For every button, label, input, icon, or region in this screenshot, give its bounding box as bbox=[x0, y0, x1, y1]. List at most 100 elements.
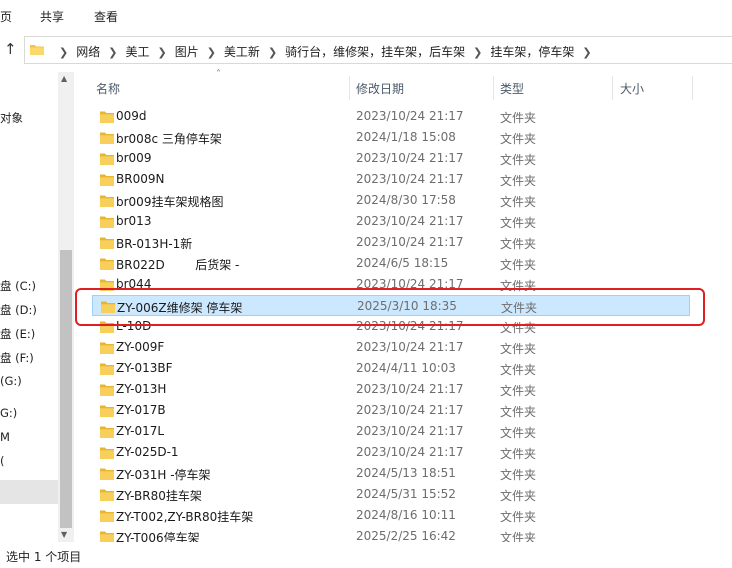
folder-icon bbox=[100, 174, 114, 186]
file-modified-date: 2024/1/18 15:08 bbox=[356, 130, 456, 144]
folder-icon bbox=[100, 153, 114, 165]
crumb-meigong[interactable]: 美工 bbox=[125, 45, 149, 59]
file-type: 文件夹 bbox=[500, 510, 537, 524]
file-name: ZY-013BF bbox=[116, 361, 173, 375]
file-name: BR022D 后货架 - bbox=[116, 258, 240, 272]
file-type: 文件夹 bbox=[500, 153, 537, 167]
file-row[interactable]: ZY-009F 2023/10/24 21:17 文件夹 bbox=[92, 337, 690, 358]
file-row[interactable]: ZY-031H -停车架 2024/5/13 18:51 文件夹 bbox=[92, 463, 690, 484]
file-name: ZY-017L bbox=[116, 424, 165, 438]
nav-selected-item[interactable] bbox=[0, 480, 58, 504]
file-type: 文件夹 bbox=[500, 468, 537, 482]
file-modified-date: 2024/8/16 10:11 bbox=[356, 508, 456, 522]
nav-item-drive-e[interactable]: 盘 (E:) bbox=[0, 326, 35, 342]
chevron-right-icon[interactable]: ❯ bbox=[473, 46, 482, 59]
folder-icon bbox=[100, 405, 114, 417]
chevron-right-icon[interactable]: ❯ bbox=[207, 46, 216, 59]
chevron-right-icon[interactable]: ❯ bbox=[582, 46, 591, 59]
file-row[interactable]: br013 2023/10/24 21:17 文件夹 bbox=[92, 211, 690, 232]
file-row[interactable]: ZY-013H 2023/10/24 21:17 文件夹 bbox=[92, 379, 690, 400]
column-divider[interactable] bbox=[692, 76, 693, 100]
crumb-trainer-stands[interactable]: 骑行台，维修架，挂车架，后车架 bbox=[285, 45, 465, 59]
file-row[interactable]: ZY-BR80挂车架 2024/5/31 15:52 文件夹 bbox=[92, 484, 690, 505]
nav-item-m[interactable]: M bbox=[0, 430, 10, 444]
address-box[interactable]: ❯ 网络 ❯ 美工 ❯ 图片 ❯ 美工新 ❯ 骑行台，维修架，挂车架，后车架 ❯ 挂车架，停车架 ❯ bbox=[24, 36, 732, 64]
folder-icon bbox=[100, 447, 114, 459]
file-type: 文件夹 bbox=[500, 195, 537, 209]
file-row[interactable]: BR009N 2023/10/24 21:17 文件夹 bbox=[92, 169, 690, 190]
file-row[interactable]: ZY-017B 2023/10/24 21:17 文件夹 bbox=[92, 400, 690, 421]
file-type: 文件夹 bbox=[500, 258, 537, 272]
file-type: 文件夹 bbox=[500, 363, 537, 377]
crumb-pictures[interactable]: 图片 bbox=[175, 45, 199, 59]
up-arrow-icon[interactable]: ↑ bbox=[4, 40, 17, 58]
annotation-highlight-box bbox=[75, 288, 705, 326]
nav-item-network-g[interactable]: G:) bbox=[0, 406, 17, 420]
file-modified-date: 2025/2/25 16:42 bbox=[356, 529, 456, 543]
file-type: 文件夹 bbox=[500, 426, 537, 440]
nav-item-other[interactable]: ( bbox=[0, 454, 5, 468]
file-name: br009 bbox=[116, 151, 152, 165]
file-row[interactable]: br008c 三角停车架 2024/1/18 15:08 文件夹 bbox=[92, 127, 690, 148]
file-type: 文件夹 bbox=[500, 174, 537, 188]
file-modified-date: 2023/10/24 21:17 bbox=[356, 172, 464, 186]
file-name: BR-013H-1新 bbox=[116, 237, 193, 251]
column-header-name[interactable]: 名称 bbox=[96, 80, 120, 97]
chevron-right-icon[interactable]: ❯ bbox=[268, 46, 277, 59]
file-row[interactable]: BR022D 后货架 - 2024/6/5 18:15 文件夹 bbox=[92, 253, 690, 274]
nav-item-drive-f[interactable]: 盘 (F:) bbox=[0, 350, 34, 366]
nav-item-drive-d[interactable]: 盘 (D:) bbox=[0, 302, 37, 318]
column-header-date[interactable]: 修改日期 bbox=[356, 80, 404, 97]
file-name: br013 bbox=[116, 214, 152, 228]
file-row[interactable]: ZY-025D-1 2023/10/24 21:17 文件夹 bbox=[92, 442, 690, 463]
column-divider[interactable] bbox=[612, 76, 613, 100]
file-modified-date: 2023/10/24 21:17 bbox=[356, 424, 464, 438]
file-row[interactable]: ZY-T002,ZY-BR80挂车架 2024/8/16 10:11 文件夹 bbox=[92, 505, 690, 526]
crumb-network[interactable]: 网络 bbox=[76, 45, 100, 59]
file-name: BR009N bbox=[116, 172, 165, 186]
tab-share[interactable]: 共享 bbox=[40, 8, 64, 25]
tab-view[interactable]: 查看 bbox=[94, 8, 118, 25]
nav-item-drive-g[interactable]: (G:) bbox=[0, 374, 22, 388]
folder-icon bbox=[100, 132, 114, 144]
file-row[interactable]: ZY-017L 2023/10/24 21:17 文件夹 bbox=[92, 421, 690, 442]
column-divider[interactable] bbox=[493, 76, 494, 100]
file-row[interactable]: 009d 2023/10/24 21:17 文件夹 bbox=[92, 106, 690, 127]
folder-icon bbox=[100, 195, 114, 207]
nav-scrollbar[interactable]: ▲ ▼ bbox=[58, 72, 74, 542]
tab-file[interactable]: 页 bbox=[0, 8, 12, 25]
file-row[interactable]: br009挂车架规格图 2024/8/30 17:58 文件夹 bbox=[92, 190, 690, 211]
scroll-up-icon[interactable]: ▲ bbox=[61, 74, 67, 83]
folder-icon bbox=[100, 468, 114, 480]
file-name: br008c 三角停车架 bbox=[116, 132, 222, 146]
chevron-right-icon[interactable]: ❯ bbox=[108, 46, 117, 59]
nav-item-drive-c[interactable]: 盘 (C:) bbox=[0, 278, 36, 294]
column-divider[interactable] bbox=[349, 76, 350, 100]
file-row[interactable]: BR-013H-1新 2023/10/24 21:17 文件夹 bbox=[92, 232, 690, 253]
column-header-size[interactable]: 大小 bbox=[620, 80, 644, 97]
file-type: 文件夹 bbox=[500, 489, 537, 503]
file-type: 文件夹 bbox=[500, 342, 537, 356]
ribbon: 页 共享 查看 bbox=[0, 0, 732, 30]
folder-icon bbox=[100, 426, 114, 438]
file-type: 文件夹 bbox=[500, 132, 537, 146]
file-name: 009d bbox=[116, 109, 147, 123]
chevron-right-icon[interactable]: ❯ bbox=[157, 46, 166, 59]
file-modified-date: 2023/10/24 21:17 bbox=[356, 382, 464, 396]
status-bar: 选中 1 个项目 bbox=[0, 542, 732, 568]
scroll-down-icon[interactable]: ▼ bbox=[61, 530, 67, 539]
file-type: 文件夹 bbox=[500, 447, 537, 461]
nav-item-objects[interactable]: 对象 bbox=[0, 110, 23, 126]
file-modified-date: 2023/10/24 21:17 bbox=[356, 109, 464, 123]
file-type: 文件夹 bbox=[500, 216, 537, 230]
file-modified-date: 2023/10/24 21:17 bbox=[356, 214, 464, 228]
file-row[interactable]: ZY-013BF 2024/4/11 10:03 文件夹 bbox=[92, 358, 690, 379]
scrollbar-thumb[interactable] bbox=[60, 250, 72, 528]
column-header-type[interactable]: 类型 bbox=[500, 80, 524, 97]
crumb-meigong-new[interactable]: 美工新 bbox=[224, 45, 260, 59]
file-row[interactable]: br009 2023/10/24 21:17 文件夹 bbox=[92, 148, 690, 169]
folder-icon bbox=[100, 363, 114, 375]
crumb-hanging-stands[interactable]: 挂车架，停车架 bbox=[490, 45, 574, 59]
chevron-right-icon[interactable]: ❯ bbox=[59, 46, 68, 59]
file-modified-date: 2023/10/24 21:17 bbox=[356, 235, 464, 249]
